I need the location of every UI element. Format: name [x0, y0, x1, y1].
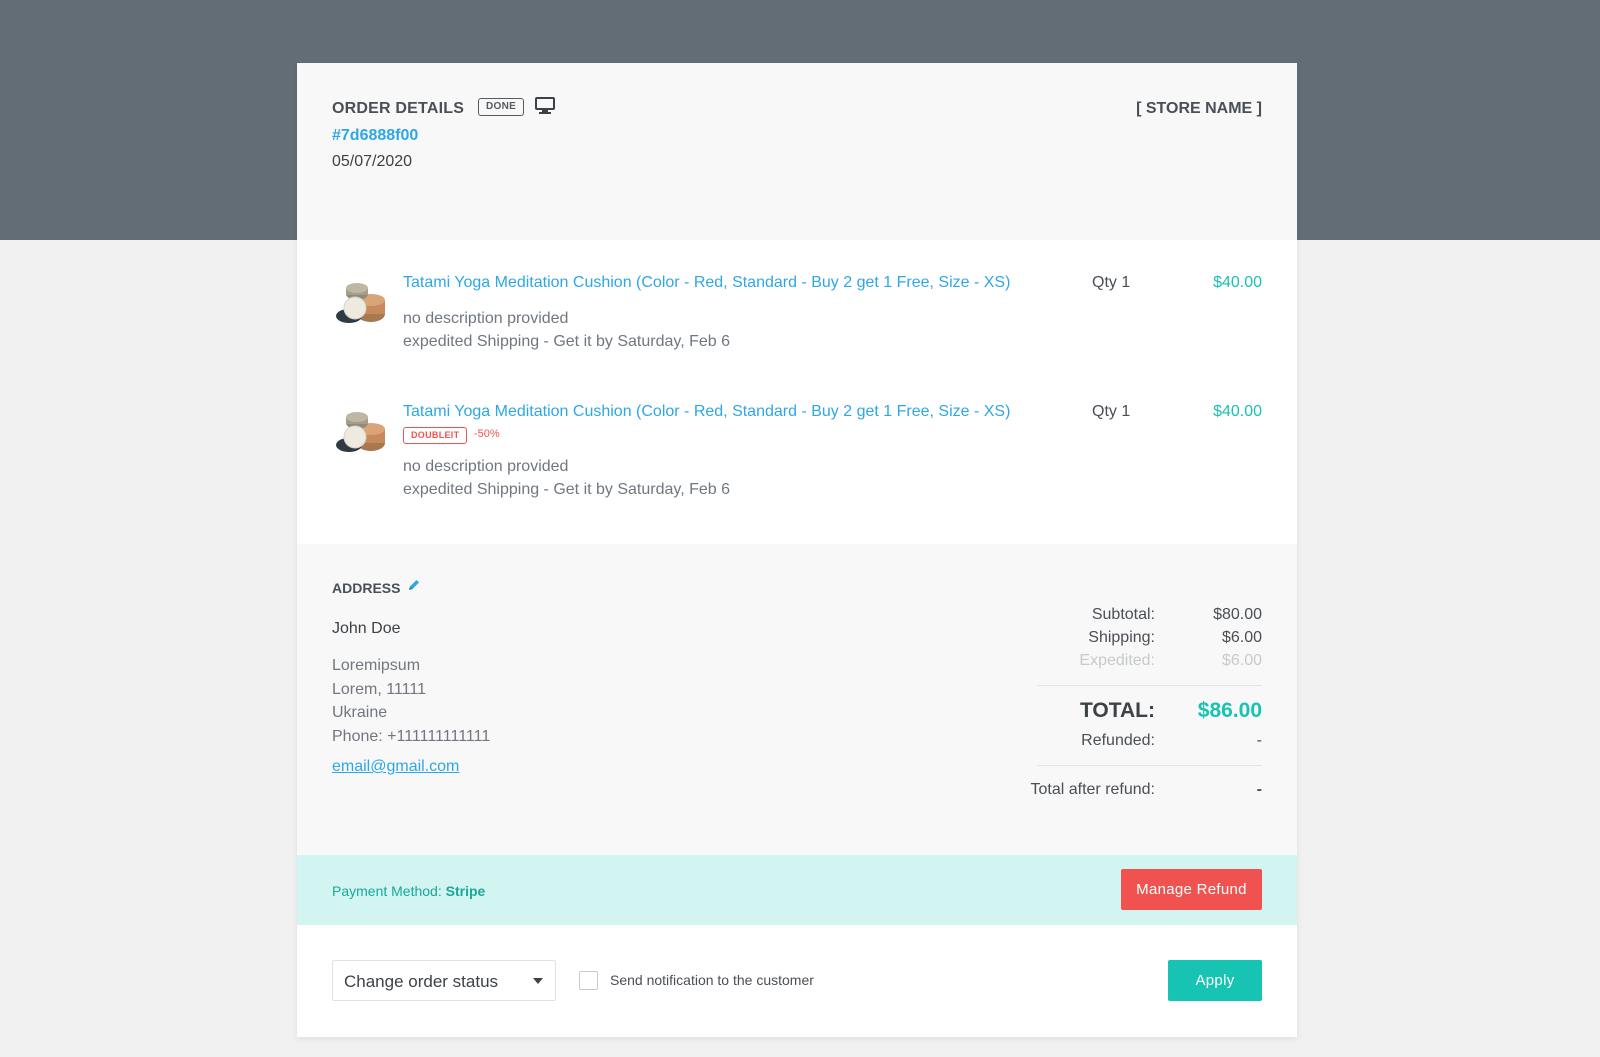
subtotal-value: $80.00 [1213, 606, 1262, 623]
address-heading: ADDRESS [332, 580, 401, 596]
address-street: Loremipsum [332, 657, 421, 674]
list-item: Tatami Yoga Meditation Cushion (Color - … [297, 403, 1297, 523]
pencil-icon[interactable] [407, 578, 421, 592]
order-date: 05/07/2020 [332, 153, 413, 170]
refunded-label: Refunded: [1081, 732, 1155, 749]
coupon-badge: DOUBLEIT [403, 427, 468, 444]
totals-divider [1037, 685, 1262, 686]
expedited-value: $6.00 [1221, 652, 1262, 669]
order-status-select-label: Change order status [344, 972, 499, 991]
product-price: $40.00 [1213, 274, 1262, 291]
total-value: $86.00 [1197, 699, 1262, 722]
payment-method-value: Stripe [445, 883, 486, 899]
product-name-link[interactable]: Tatami Yoga Meditation Cushion (Color - … [403, 274, 1010, 292]
expedited-row: Expedited: $6.00 [962, 652, 1262, 674]
subtotal-label: Subtotal: [1091, 606, 1155, 623]
totals-divider [1037, 765, 1262, 766]
page-title: ORDER DETAILS [332, 100, 465, 117]
status-badge: DONE [478, 98, 525, 116]
product-qty: Qty 1 [1092, 274, 1131, 291]
product-description: no description provided expedited Shippi… [403, 455, 730, 501]
product-name-link[interactable]: Tatami Yoga Meditation Cushion (Color - … [403, 403, 1010, 421]
payment-method-label: Payment Method: [332, 883, 446, 899]
shipping-value: $6.00 [1221, 629, 1262, 646]
cushion-thumbnail [336, 412, 385, 452]
notify-customer-checkbox[interactable] [579, 971, 598, 990]
address-city: Lorem, 11111 [332, 680, 426, 698]
total-row: TOTAL: $86.00 [962, 699, 1262, 727]
product-shipping-text: expedited Shipping - Get it by Saturday,… [403, 481, 731, 498]
product-description-text: no description provided [403, 458, 569, 475]
email-link[interactable]: email@gmail.com [332, 758, 459, 776]
address-country: Ukraine [332, 704, 388, 721]
refunded-value: - [1256, 732, 1262, 749]
shipping-label: Shipping: [1088, 629, 1155, 646]
store-name: [ STORE NAME ] [1136, 100, 1262, 117]
product-price: $40.00 [1213, 403, 1262, 420]
list-item: Tatami Yoga Meditation Cushion (Color - … [297, 274, 1297, 384]
caret-down-icon [533, 978, 543, 984]
address-lines: Loremipsum Lorem, 11111 Ukraine Phone: +… [332, 654, 490, 748]
after-refund-label: Total after refund: [1030, 781, 1155, 798]
apply-button[interactable]: Apply [1168, 960, 1262, 1001]
total-label: TOTAL: [1079, 699, 1155, 722]
after-refund-row: Total after refund: - [962, 781, 1262, 803]
product-shipping-text: expedited Shipping - Get it by Saturday,… [403, 333, 731, 350]
order-status-select[interactable]: Change order status [332, 960, 556, 1001]
order-details-card: ORDER DETAILS DONE #7d6888f00 05/07/2020… [297, 63, 1297, 1037]
shipping-row: Shipping: $6.00 [962, 629, 1262, 651]
order-id-link[interactable]: #7d6888f00 [332, 127, 418, 145]
notify-customer-label[interactable]: Send notification to the customer [610, 972, 814, 988]
discount-label: -50% [474, 428, 500, 440]
refunded-row: Refunded: - [962, 732, 1262, 754]
monitor-icon [535, 97, 555, 114]
product-description: no description provided expedited Shippi… [403, 307, 730, 353]
address-totals-section: ADDRESS John Doe Loremipsum Lorem, 11111… [297, 544, 1297, 855]
product-description-text: no description provided [403, 310, 569, 327]
subtotal-row: Subtotal: $80.00 [962, 606, 1262, 628]
order-header: ORDER DETAILS DONE #7d6888f00 05/07/2020… [297, 63, 1297, 240]
manage-refund-button[interactable]: Manage Refund [1121, 869, 1262, 910]
customer-name: John Doe [332, 620, 401, 637]
payment-bar: Payment Method: Stripe Manage Refund [297, 855, 1297, 925]
product-qty: Qty 1 [1092, 403, 1131, 420]
address-phone: Phone: +111111111111 [332, 727, 491, 745]
payment-method: Payment Method: Stripe [332, 883, 485, 899]
after-refund-value: - [1256, 781, 1262, 798]
expedited-label: Expedited: [1079, 652, 1155, 669]
cushion-thumbnail [336, 283, 385, 323]
